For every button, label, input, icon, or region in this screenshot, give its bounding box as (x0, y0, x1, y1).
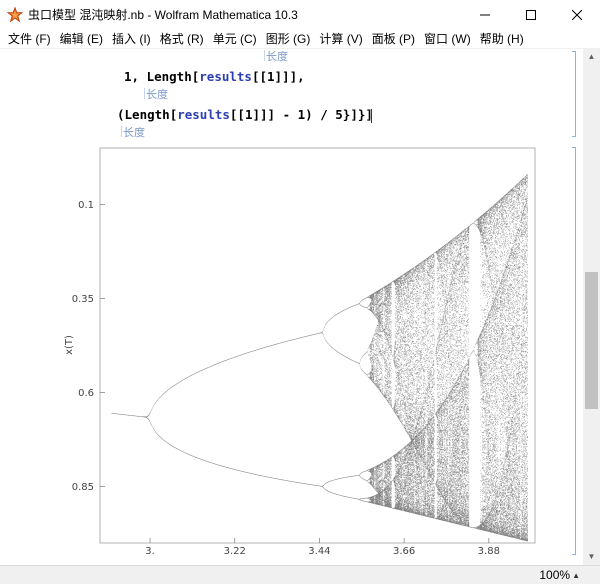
x-tick-label: 3.44 (308, 546, 330, 557)
bifurcation-plot[interactable]: 3. 3.22 3.44 3.66 3.88 0.1 0.35 0.6 0.85 x(T) (0, 0, 600, 584)
plot-frame (99, 147, 536, 544)
vertical-scrollbar[interactable]: ▲ ▼ (583, 48, 600, 565)
status-bar: 100% ▲ (0, 565, 600, 584)
chevron-up-icon: ▲ (572, 570, 580, 580)
zoom-control[interactable]: 100% ▲ (539, 568, 580, 582)
y-tick-label: 0.6 (78, 388, 94, 399)
y-axis-label: x(T) (64, 335, 75, 355)
x-tick-label: 3.66 (393, 546, 415, 557)
zoom-value: 100% (539, 568, 571, 582)
x-tick-label: 3.22 (224, 546, 246, 557)
y-tick-label: 0.35 (72, 294, 94, 305)
scrollbar-thumb[interactable] (585, 272, 598, 409)
y-tick-label: 0.1 (78, 200, 94, 211)
y-tick-label: 0.85 (72, 482, 94, 493)
x-tick-label: 3.88 (478, 546, 500, 557)
scroll-down-icon[interactable]: ▼ (583, 548, 600, 565)
x-tick-label: 3. (145, 546, 155, 557)
scroll-up-icon[interactable]: ▲ (583, 48, 600, 65)
